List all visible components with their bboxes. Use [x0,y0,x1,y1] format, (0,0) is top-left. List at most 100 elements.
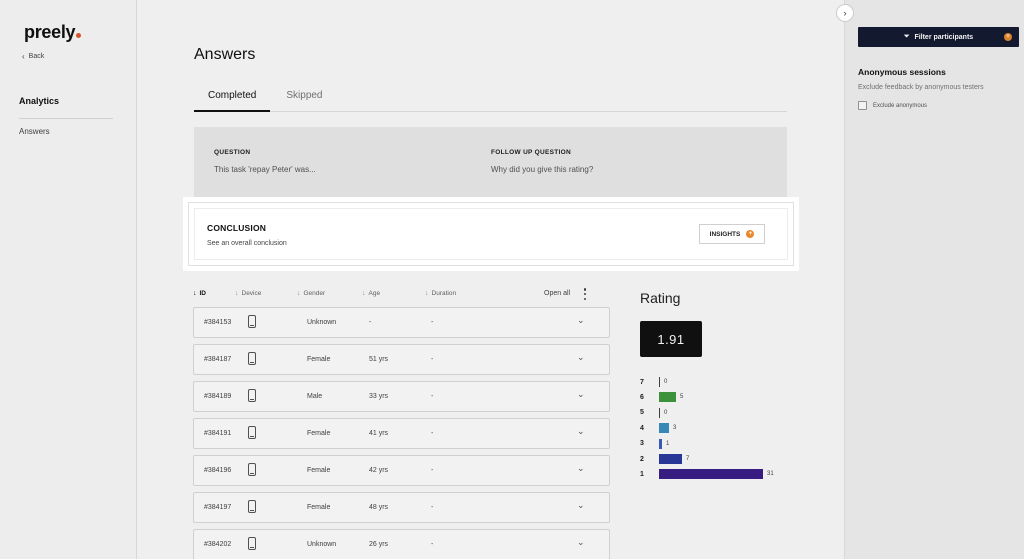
insights-button[interactable]: INSIGHTS + [699,224,765,244]
rating-count-label: 31 [767,471,774,478]
rating-count-label: 5 [680,394,684,401]
filter-participants-button[interactable]: ⏷ Filter participants + [858,27,1019,47]
back-link[interactable]: ‹ Back [22,52,44,61]
rating-bar [659,454,682,464]
sort-arrow-icon: ↓ [297,290,301,297]
rating-count-label: 3 [673,425,677,432]
row-duration: - [431,541,434,548]
chevron-down-icon[interactable]: ⌄ [577,426,585,437]
row-age: 48 yrs [369,504,389,511]
column-header-duration[interactable]: ↓ Duration [425,290,456,297]
row-id: #384189 [204,393,232,400]
row-duration: - [431,319,434,326]
mobile-device-icon [248,426,256,439]
followup-text: Why did you give this rating? [491,165,594,174]
rating-distribution: 7 0 6 5 5 0 4 3 3 1 2 7 1 31 [640,376,840,486]
rating-count-label: 0 [664,409,668,416]
open-all-button[interactable]: Open all [544,290,570,297]
sidebar-section-title: Analytics [19,96,60,106]
exclude-anonymous-checkbox[interactable] [858,101,867,110]
table-row[interactable]: #384153 Unknown - - ⌄ [193,307,610,338]
collapse-panel-button[interactable]: › [836,4,854,22]
insights-label: INSIGHTS [709,230,741,238]
mobile-device-icon [248,537,256,550]
rating-bar [659,469,763,480]
mobile-device-icon [248,315,256,328]
rating-bar-empty [659,407,660,418]
mobile-device-icon [248,389,256,402]
sidebar-item-answers[interactable]: Answers [19,127,50,136]
back-label: Back [28,53,45,60]
conclusion-subtitle: See an overall conclusion [207,240,287,247]
rating-title: Rating [640,290,681,306]
brand-logo[interactable]: preely [24,22,82,43]
chevron-down-icon[interactable]: ⌄ [577,537,585,548]
rating-score-label: 4 [640,424,644,432]
chevron-down-icon[interactable]: ⌄ [577,352,585,363]
filter-label: Filter participants [914,33,974,41]
tab-completed[interactable]: Completed [194,84,271,112]
more-options-icon[interactable] [583,288,587,300]
table-row[interactable]: #384197 Female 48 yrs - ⌄ [193,492,610,523]
row-id: #384187 [204,356,232,363]
rating-count-label: 0 [664,379,668,385]
rating-count-label: 1 [666,440,670,447]
row-gender: Female [307,356,331,363]
mobile-device-icon [248,352,256,365]
row-age: 41 yrs [369,430,389,437]
page-title: Answers [194,46,256,63]
mobile-device-icon [248,500,256,513]
row-age: - [369,319,372,326]
row-duration: - [431,356,434,363]
question-panel: QUESTION This task 'repay Peter' was... … [194,127,787,199]
exclude-anonymous-option[interactable]: Exclude anonymous [858,101,927,110]
tab-skipped[interactable]: Skipped [272,84,336,112]
rating-bar [659,423,669,434]
followup-column: FOLLOW UP QUESTION Why did you give this… [491,149,593,174]
row-age: 42 yrs [369,467,389,474]
row-age: 51 yrs [369,356,389,363]
chevron-down-icon[interactable]: ⌄ [577,500,585,511]
rating-bar-row: 27 [640,453,689,465]
chevron-down-icon[interactable]: ⌄ [577,463,585,474]
rating-bar [659,438,662,449]
column-header-gender[interactable]: ↓ Gender [297,290,325,297]
row-duration: - [431,504,434,511]
rating-bar-row: 1 31 [640,468,774,480]
rating-score-label: 3 [640,440,644,448]
conclusion-title: CONCLUSION [207,223,267,233]
table-row[interactable]: #384191 Female 41 yrs - ⌄ [193,418,610,449]
anonymous-sessions-title: Anonymous sessions [858,67,946,77]
rating-count-label: 7 [686,456,690,462]
row-gender: Unknown [307,319,337,326]
column-header-device[interactable]: ↓ Device [235,290,261,297]
row-gender: Female [307,467,331,474]
row-age: 26 yrs [369,541,389,548]
rating-bar-row: 70 [640,376,667,388]
rating-score-label: 1 [640,470,644,478]
answer-tabs: Completed Skipped [194,84,787,112]
table-row[interactable]: #384202 Unknown 26 yrs - ⌄ [193,529,610,559]
sidebar: preely ‹ Back Analytics Answers [0,0,137,559]
row-duration: - [431,467,434,474]
row-id: #384197 [204,504,232,511]
conclusion-card: CONCLUSION See an overall conclusion INS… [188,202,794,266]
rating-bar-row: 31 [640,438,669,450]
column-header-age[interactable]: ↓ Age [362,290,380,297]
row-duration: - [431,393,434,400]
rating-bar-row: 65 [640,391,683,403]
rating-bar [659,392,676,403]
row-gender: Female [307,504,331,511]
brand-name: preely [24,22,76,42]
column-header-id[interactable]: ↓ ID [193,290,206,297]
table-row[interactable]: #384189 Male 33 yrs - ⌄ [193,381,610,412]
table-row[interactable]: #384196 Female 42 yrs - ⌄ [193,455,610,486]
chevron-down-icon[interactable]: ⌄ [577,389,585,400]
rating-score-label: 7 [640,378,644,386]
question-column: QUESTION This task 'repay Peter' was... [214,149,316,174]
chevron-down-icon[interactable]: ⌄ [577,315,585,326]
table-row[interactable]: #384187 Female 51 yrs - ⌄ [193,344,610,375]
rating-score-label: 6 [640,393,644,401]
rating-bar-empty [659,377,660,387]
question-text: This task 'repay Peter' was... [214,165,316,174]
